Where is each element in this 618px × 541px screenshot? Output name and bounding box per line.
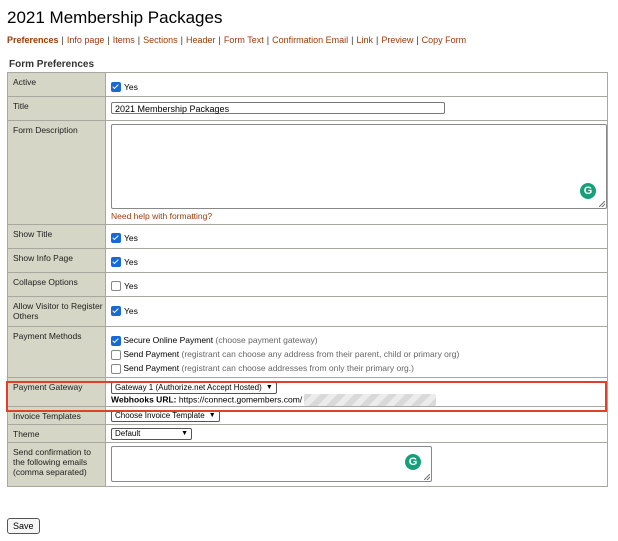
payment-option-secure-online: Secure Online Payment (choose payment ga… (111, 333, 607, 347)
nav-form-text[interactable]: Form Text (224, 35, 264, 45)
nav-separator: | (61, 35, 64, 45)
payment-option-send-payment-primary: Send Payment (registrant can choose addr… (111, 361, 607, 375)
collapse-options-checkbox[interactable] (111, 280, 121, 291)
nav-preferences[interactable]: Preferences (7, 35, 59, 45)
nav-separator: | (351, 35, 354, 45)
nav-header[interactable]: Header (186, 35, 216, 45)
title-input[interactable]: 2021 Membership Packages (111, 102, 445, 114)
send-payment-primary-label: Send Payment (123, 363, 180, 373)
payment-option-send-payment-any: Send Payment (registrant can choose any … (111, 347, 607, 361)
preferences-table: Active Yes Title 2021 Membership Package… (7, 72, 608, 487)
nav-preview[interactable]: Preview (381, 35, 413, 45)
nav-separator: | (180, 35, 184, 45)
grammarly-g-icon[interactable]: G (405, 454, 421, 470)
allow-visitor-checkbox[interactable] (111, 305, 121, 316)
send-payment-primary-checkbox[interactable] (111, 363, 121, 374)
grammarly-g-icon[interactable]: G (580, 183, 596, 199)
theme-selected: Default (115, 429, 141, 438)
send-payment-any-checkbox[interactable] (111, 349, 121, 360)
label-collapse-options: Collapse Options (7, 272, 106, 297)
active-checkbox[interactable] (111, 81, 121, 92)
secure-online-note: (choose payment gateway) (215, 335, 318, 345)
show-title-option-label: Yes (124, 232, 138, 243)
show-info-page-checkbox[interactable] (111, 256, 121, 267)
secure-online-label: Secure Online Payment (123, 335, 214, 345)
label-show-title: Show Title (7, 224, 106, 249)
send-payment-primary-note: (registrant can choose addresses from on… (181, 363, 414, 373)
section-title: Form Preferences (9, 59, 95, 70)
page-title: 2021 Membership Packages (7, 8, 223, 27)
label-theme: Theme (7, 424, 106, 443)
label-form-description: Form Description (7, 120, 106, 225)
nav-sections[interactable]: Sections (143, 35, 178, 45)
webhooks-url: https://connect.gomembers.com/ (178, 394, 303, 405)
nav-info-page[interactable]: Info page (67, 35, 105, 45)
nav-separator: | (266, 35, 270, 45)
label-allow-visitor: Allow Visitor to Register Others (7, 296, 106, 327)
label-title: Title (7, 96, 106, 121)
nav-separator: | (137, 35, 141, 45)
webhooks-label: Webhooks URL: (111, 394, 177, 405)
description-textarea[interactable]: G (111, 124, 607, 209)
nav-confirmation-email[interactable]: Confirmation Email (272, 35, 348, 45)
active-option-label: Yes (124, 81, 138, 92)
formatting-help-link[interactable]: Need help with formatting? (111, 211, 607, 221)
nav-separator: | (218, 35, 221, 45)
send-payment-any-label: Send Payment (123, 349, 180, 359)
nav-copy-form[interactable]: Copy Form (422, 35, 467, 45)
confirmation-emails-textarea[interactable]: G (111, 446, 432, 482)
label-payment-gateway: Payment Gateway (7, 377, 106, 407)
show-title-checkbox[interactable] (111, 232, 121, 243)
label-payment-methods: Payment Methods (7, 326, 106, 378)
invoice-template-selected: Choose Invoice Template (115, 411, 205, 420)
resize-handle[interactable] (424, 474, 430, 480)
nav-separator: | (416, 35, 419, 45)
chevron-down-icon: ▼ (181, 430, 188, 437)
nav-separator: | (107, 35, 110, 45)
payment-gateway-selected: Gateway 1 (Authorize.net Accept Hosted) (115, 383, 262, 392)
send-payment-any-note: (registrant can choose any address from … (181, 349, 460, 359)
nav-separator: | (375, 35, 379, 45)
save-button[interactable]: Save (7, 518, 40, 534)
redacted-region (304, 394, 437, 406)
form-nav: Preferences | Info page | Items | Sections | Hea… (7, 35, 466, 45)
chevron-down-icon: ▼ (208, 412, 216, 419)
collapse-options-option-label: Yes (124, 280, 138, 291)
payment-gateway-select[interactable]: Gateway 1 (Authorize.net Accept Hosted) ▼ (111, 382, 277, 394)
label-active: Active (7, 72, 106, 97)
resize-handle[interactable] (599, 201, 605, 207)
label-confirmation-emails: Send confirmation to the following email… (7, 442, 106, 487)
nav-items[interactable]: Items (113, 35, 135, 45)
invoice-template-select[interactable]: Choose Invoice Template ▼ (111, 410, 220, 422)
allow-visitor-option-label: Yes (124, 305, 138, 316)
chevron-down-icon: ▼ (265, 384, 273, 391)
secure-online-checkbox[interactable] (111, 335, 121, 346)
show-info-page-option-label: Yes (124, 256, 138, 267)
theme-select[interactable]: Default ▼ (111, 428, 192, 440)
nav-link[interactable]: Link (356, 35, 373, 45)
label-invoice-templates: Invoice Templates (7, 406, 106, 425)
label-show-info-page: Show Info Page (7, 248, 106, 273)
